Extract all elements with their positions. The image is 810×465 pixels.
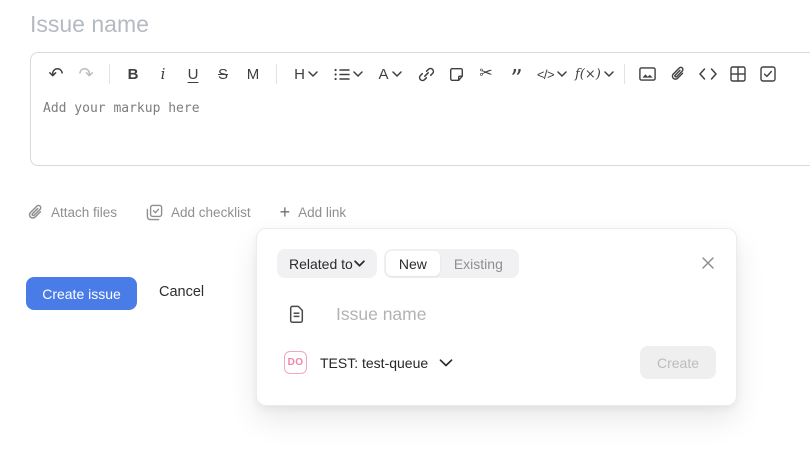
attachments-bar: Attach files Add checklist + Add link (28, 203, 346, 221)
close-icon (701, 256, 715, 270)
chevron-down-icon (439, 359, 453, 367)
dialog-header-row: Related to New Existing (277, 249, 716, 278)
cut-button[interactable]: ✂ (473, 61, 499, 87)
issue-create-page: ↶ ↷ B i U S M H (0, 0, 810, 465)
cancel-button[interactable]: Cancel (159, 284, 204, 300)
attach-file-button[interactable] (665, 61, 691, 87)
plus-icon: + (280, 203, 291, 221)
bold-button[interactable]: B (120, 61, 146, 87)
chevron-down-icon (392, 71, 402, 77)
tab-existing[interactable]: Existing (440, 256, 517, 272)
relation-type-label: Related to (289, 256, 353, 272)
note-icon (449, 67, 464, 82)
paperclip-icon (28, 204, 43, 221)
markup-textarea[interactable] (41, 99, 795, 161)
queue-selector[interactable]: DO TEST: test-queue (284, 351, 453, 374)
tab-new[interactable]: New (386, 251, 440, 276)
add-link-dialog: Related to New Existing (256, 228, 737, 406)
insert-table-button[interactable] (725, 61, 751, 87)
formula-dropdown[interactable]: f(×) (575, 61, 614, 87)
checklist-icon (146, 204, 163, 221)
chevron-down-icon (353, 71, 363, 77)
editor-toolbar: ↶ ↷ B i U S M H (31, 53, 810, 91)
underline-button[interactable]: U (180, 61, 206, 87)
text-style-dropdown[interactable]: A (371, 61, 409, 87)
italic-button[interactable]: i (150, 61, 176, 87)
issue-name-input[interactable] (28, 10, 772, 39)
chevron-down-icon (308, 71, 318, 77)
dialog-issue-name-row (277, 303, 716, 326)
blockquote-icon: ” (510, 67, 521, 91)
bulleted-list-icon (334, 68, 350, 81)
paperclip-icon (671, 66, 685, 82)
angle-brackets-icon (699, 68, 717, 80)
toolbar-divider (276, 64, 277, 84)
code-block-dropdown[interactable]: </> (533, 61, 571, 87)
checkbox-button[interactable] (755, 61, 781, 87)
toolbar-divider (109, 64, 110, 84)
undo-icon: ↶ (48, 65, 63, 83)
attach-files-button[interactable]: Attach files (28, 204, 117, 221)
relation-type-dropdown[interactable]: Related to (277, 249, 377, 278)
close-dialog-button[interactable] (699, 254, 717, 272)
chevron-down-icon (354, 260, 365, 267)
checkbox-icon (760, 66, 776, 82)
linked-issue-name-input[interactable] (334, 303, 668, 326)
code-block-label: </> (537, 68, 554, 81)
heading-label: H (294, 67, 305, 82)
document-icon (289, 305, 304, 324)
dialog-create-button[interactable]: Create (640, 346, 716, 379)
link-icon (418, 66, 435, 83)
insert-image-button[interactable] (635, 61, 661, 87)
add-link-label: Add link (298, 205, 346, 220)
redo-icon: ↷ (78, 65, 93, 83)
redo-button[interactable]: ↷ (73, 61, 99, 87)
link-mode-tabs: New Existing (384, 249, 519, 278)
note-button[interactable] (443, 61, 469, 87)
markup-editor: ↶ ↷ B i U S M H (30, 52, 810, 166)
strikethrough-button[interactable]: S (210, 61, 236, 87)
list-dropdown[interactable] (329, 61, 367, 87)
toolbar-divider (624, 64, 625, 84)
chevron-down-icon (604, 71, 614, 77)
heading-dropdown[interactable]: H (287, 61, 325, 87)
undo-button[interactable]: ↶ (43, 61, 69, 87)
attach-files-label: Attach files (51, 205, 117, 220)
text-style-label: A (378, 67, 388, 82)
inline-code-button[interactable] (695, 61, 721, 87)
table-icon (730, 66, 746, 82)
quote-button[interactable]: ” (503, 61, 529, 87)
add-checklist-label: Add checklist (171, 205, 251, 220)
queue-name: TEST: test-queue (320, 355, 428, 371)
create-issue-button[interactable]: Create issue (26, 277, 137, 310)
insert-link-button[interactable] (413, 61, 439, 87)
add-checklist-button[interactable]: Add checklist (146, 204, 251, 221)
add-link-button[interactable]: + Add link (280, 203, 347, 221)
formula-label: f(×) (575, 68, 601, 81)
scissors-icon: ✂ (479, 66, 492, 82)
monospace-button[interactable]: M (240, 61, 266, 87)
image-icon (639, 67, 656, 81)
dialog-queue-row: DO TEST: test-queue Create (277, 346, 716, 379)
chevron-down-icon (557, 71, 567, 77)
queue-badge: DO (284, 351, 307, 374)
